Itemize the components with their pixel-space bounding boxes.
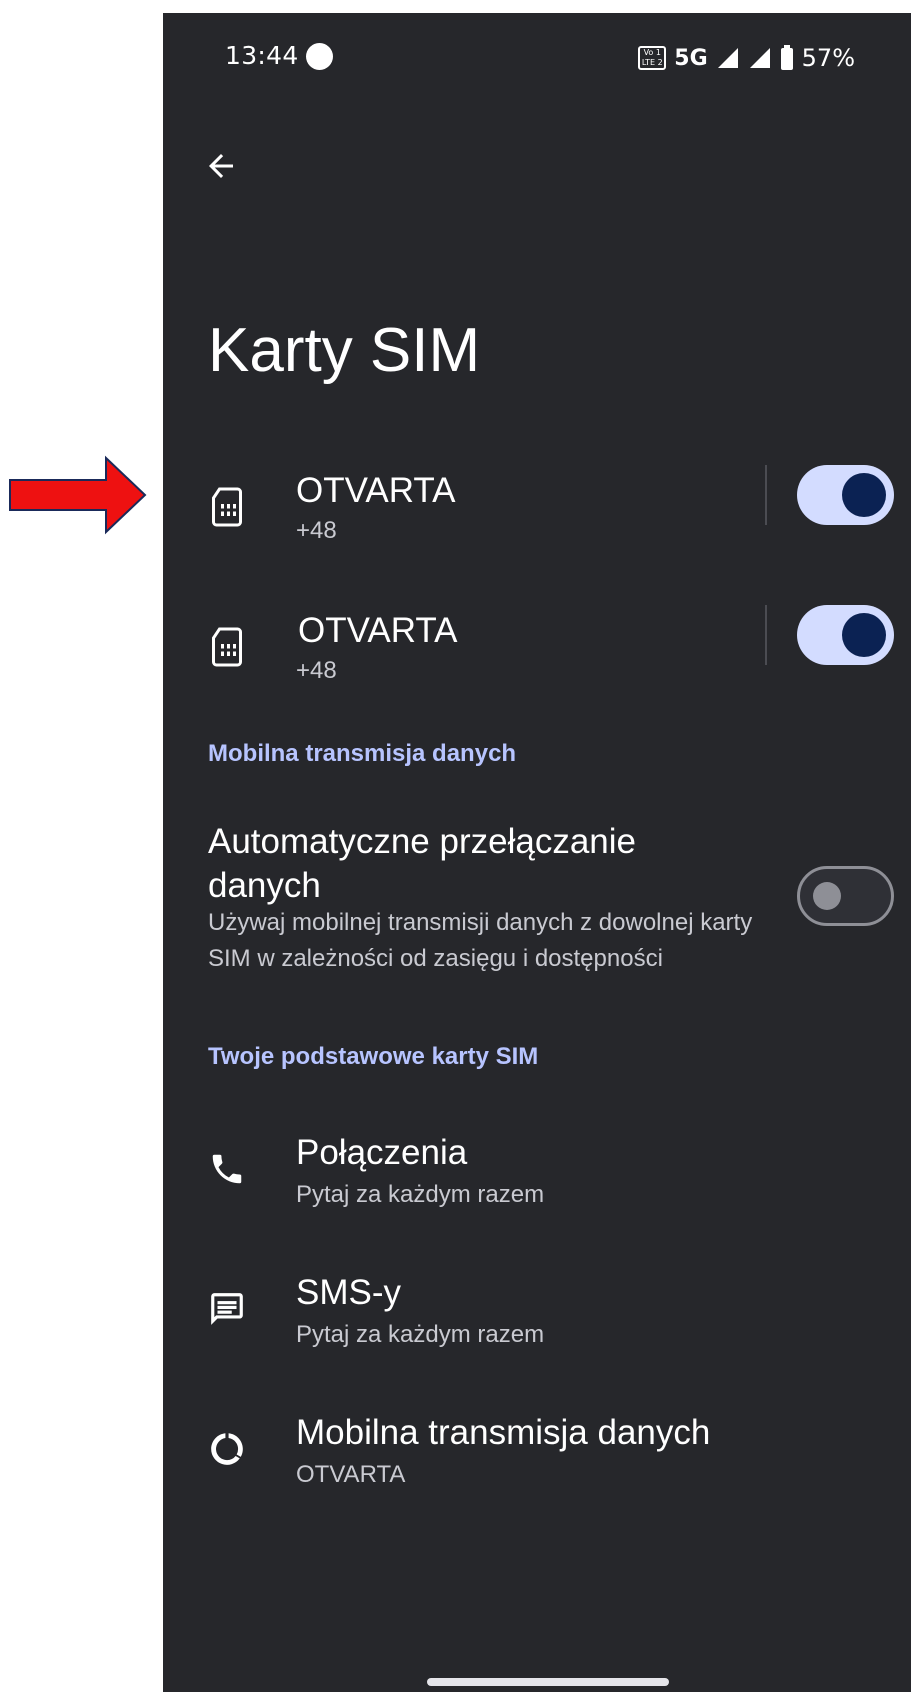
mobile-data-preference-item[interactable]: Mobilna transmisja danych OTVARTA [163,1393,911,1503]
auto-data-switch-title[interactable]: Automatyczne przełączanie danych [208,820,728,908]
divider [765,605,767,665]
calls-subtitle: Pytaj za każdym razem [296,1181,545,1208]
toggle-knob [813,882,841,910]
message-icon [205,1287,249,1331]
battery-percentage: 57% [801,44,855,72]
toggle-knob [842,473,886,517]
notification-dot-icon [306,43,333,70]
sim-card-icon [205,625,249,669]
phone-icon [205,1147,249,1191]
sms-subtitle: Pytaj za każdym razem [296,1321,545,1348]
auto-data-switch-description: Używaj mobilnej transmisji danych z dowo… [208,909,753,972]
divider [765,465,767,525]
sim-row-2[interactable]: OTVARTA +48 [163,593,911,703]
status-time: 13:44 [225,41,299,70]
status-bar: 13:44 Vo 1 LTE 2 5G 57% [163,13,911,103]
sim-number: +48 [296,517,337,544]
mobile-data-title: Mobilna transmisja danych [296,1413,711,1452]
annotation-arrow-icon [9,455,147,535]
back-button[interactable] [193,138,249,194]
section-header-primary-sims: Twoje podstawowe karty SIM [208,1043,539,1070]
section-header-mobile-data: Mobilna transmisja danych [208,740,517,767]
sim-name: OTVARTA [298,611,458,650]
network-type: 5G [674,45,708,71]
sim-number: +48 [296,657,337,684]
status-icons: Vo 1 LTE 2 5G 57% [638,43,855,73]
back-arrow-icon [209,154,233,178]
calls-title: Połączenia [296,1133,468,1172]
sms-preference-item[interactable]: SMS-y Pytaj za każdym razem [163,1253,911,1363]
sim-1-toggle[interactable] [797,465,894,525]
sim-2-toggle[interactable] [797,605,894,665]
sim-name: OTVARTA [296,471,456,510]
toggle-knob [842,613,886,657]
auto-data-switch-toggle[interactable] [797,866,894,926]
home-indicator[interactable] [427,1678,669,1686]
phone-screen: 13:44 Vo 1 LTE 2 5G 57% Karty SIM OTVART… [163,13,911,1692]
page-title: Karty SIM [208,316,481,385]
mobile-data-subtitle: OTVARTA [296,1461,406,1488]
sim-row-1[interactable]: OTVARTA +48 [163,453,911,563]
volte-icon: Vo 1 LTE 2 [638,46,667,70]
signal-sim2-icon [749,48,770,68]
sim-card-icon [205,485,249,529]
calls-preference-item[interactable]: Połączenia Pytaj za każdym razem [163,1113,911,1223]
battery-icon [780,45,793,70]
sms-title: SMS-y [296,1273,401,1312]
data-usage-icon [205,1427,249,1471]
signal-sim1-icon [717,48,738,68]
